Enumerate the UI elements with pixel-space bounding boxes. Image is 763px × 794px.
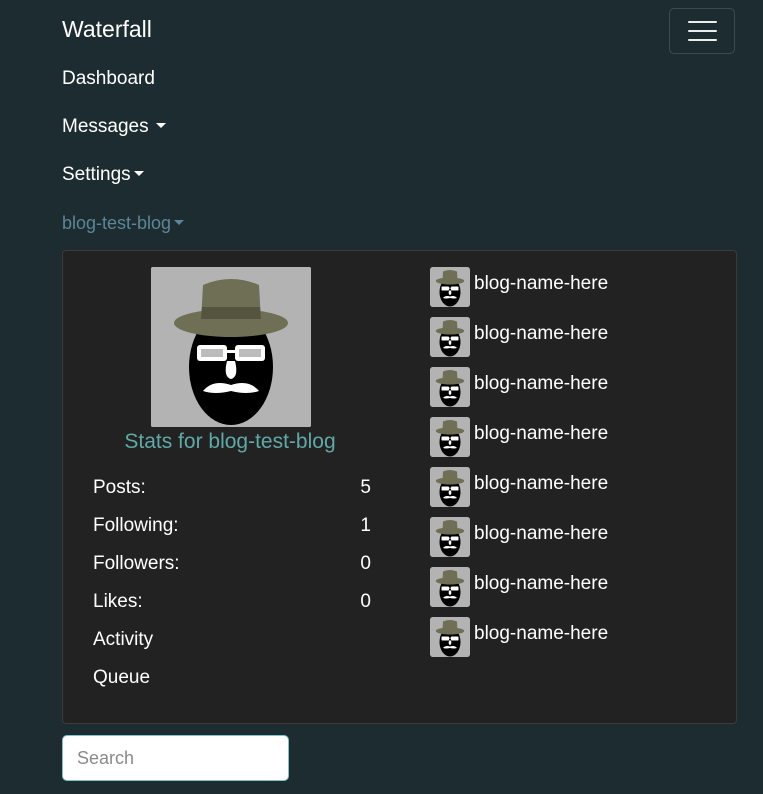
stat-following[interactable]: Following: 1: [93, 515, 371, 553]
stat-value: 5: [360, 477, 371, 498]
blog-avatar-icon: [430, 467, 470, 507]
nav-messages-dropdown[interactable]: Messages: [62, 116, 166, 138]
followed-blog-name: blog-name-here: [474, 623, 609, 644]
blog-avatar-icon: [430, 617, 470, 657]
stat-activity-link[interactable]: Activity: [93, 629, 371, 667]
stats-list: Posts: 5 Following: 1 Followers: 0 Likes…: [93, 477, 371, 705]
followed-blog-name: blog-name-here: [474, 573, 609, 594]
stat-label: Activity: [93, 629, 154, 650]
caret-down-icon: [174, 220, 185, 225]
stat-queue-link[interactable]: Queue: [93, 667, 371, 705]
stat-likes[interactable]: Likes: 0: [93, 591, 371, 629]
stat-value: 1: [360, 515, 371, 536]
blog-avatar-icon: [430, 417, 470, 457]
followed-blog-name: blog-name-here: [474, 473, 609, 494]
stat-label: Queue: [93, 667, 151, 688]
hat-mustache-avatar-icon: [151, 267, 311, 427]
blog-avatar-icon: [430, 567, 470, 607]
hamburger-menu-icon: [687, 30, 717, 32]
blog-avatar[interactable]: [151, 267, 311, 427]
nav-settings-dropdown[interactable]: Settings: [62, 164, 144, 186]
blog-avatar-icon: [430, 267, 470, 307]
followed-blog-name: blog-name-here: [474, 373, 609, 394]
navbar-toggler-button[interactable]: [669, 8, 735, 54]
hamburger-menu-icon: [687, 39, 717, 41]
followed-blog-name: blog-name-here: [474, 323, 609, 344]
hamburger-menu-icon: [687, 21, 717, 23]
brand-link[interactable]: Waterfall: [62, 16, 152, 43]
stat-posts[interactable]: Posts: 5: [93, 477, 371, 515]
followed-blog-name: blog-name-here: [474, 423, 609, 444]
search-input[interactable]: [62, 735, 289, 781]
stat-value: 0: [360, 553, 371, 574]
stat-label: Likes:: [93, 591, 143, 612]
stat-label: Following:: [93, 515, 179, 536]
nav-messages-label: Messages: [62, 116, 149, 137]
caret-down-icon: [155, 123, 166, 128]
stat-label: Posts:: [93, 477, 146, 498]
stat-label: Followers:: [93, 553, 180, 574]
blog-avatar-icon: [430, 517, 470, 557]
caret-down-icon: [133, 171, 144, 176]
stat-value: 0: [360, 591, 371, 612]
blog-avatar-icon: [430, 317, 470, 357]
followed-blog-name: blog-name-here: [474, 273, 609, 294]
blog-avatar-icon: [430, 367, 470, 407]
nav-settings-label: Settings: [62, 164, 131, 185]
stat-followers[interactable]: Followers: 0: [93, 553, 371, 591]
nav-dashboard[interactable]: Dashboard: [62, 68, 155, 90]
nav-dashboard-label: Dashboard: [62, 68, 155, 89]
blog-stats-panel: Stats for blog-test-blog Posts: 5 Follow…: [62, 250, 737, 724]
followed-blog-name: blog-name-here: [474, 523, 609, 544]
stats-title-link[interactable]: Stats for blog-test-blog: [93, 430, 367, 454]
nav-blog-label: blog-test-blog: [62, 213, 172, 233]
nav-blog-dropdown[interactable]: blog-test-blog: [62, 213, 185, 234]
